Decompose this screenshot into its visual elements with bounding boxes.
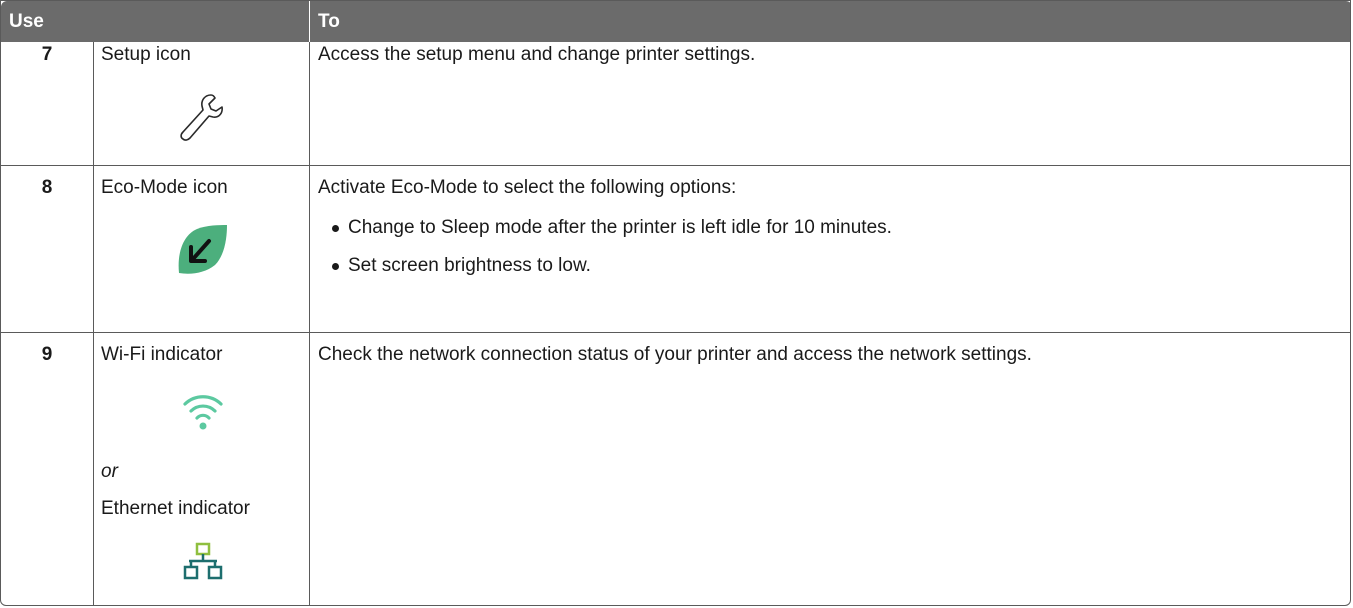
row-use-name: Wi-Fi indicator [101,344,223,365]
row-description: Access the setup menu and change printer… [318,44,756,65]
eco-leaf-icon [178,225,227,274]
bullet-dot [332,263,339,270]
or-text: or [101,461,118,482]
bullet-item: Set screen brightness to low. [348,255,591,276]
header-divider [309,1,310,42]
wrench-icon [180,94,223,141]
table-header: Use To [1,1,1350,42]
row-description: Check the network connection status of y… [318,344,1032,365]
row-number: 7 [41,44,53,65]
row-number: 9 [41,344,53,365]
info-table: Use To 7 Setup icon Access the setup men… [0,0,1351,606]
ethernet-icon [183,542,223,580]
column-divider-2 [309,42,310,605]
header-to: To [318,11,340,32]
row-divider-2 [1,332,1350,333]
row-use-name: Eco-Mode icon [101,177,228,198]
bullet-dot [332,225,339,232]
column-divider-1 [93,42,94,605]
row-use-name: Setup icon [101,44,191,65]
row-divider-1 [1,165,1350,166]
header-use: Use [9,11,44,32]
wifi-icon [183,395,223,430]
row-description: Activate Eco-Mode to select the followin… [318,177,737,198]
row-number: 8 [41,177,53,198]
bullet-item: Change to Sleep mode after the printer i… [348,217,892,238]
row-alt-use-name: Ethernet indicator [101,498,250,519]
